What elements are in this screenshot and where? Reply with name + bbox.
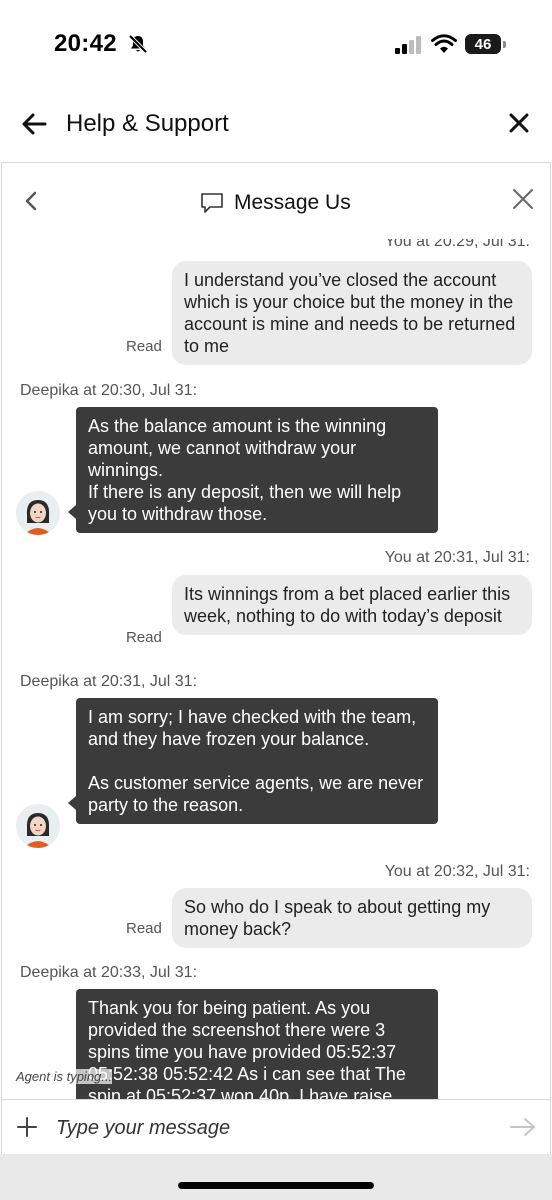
bell-muted-icon [128, 34, 148, 54]
cellular-signal-icon [395, 36, 421, 54]
agent-message-line: I am sorry; I have checked with the team… [88, 707, 417, 749]
agent-avatar [16, 491, 60, 535]
agent-message-line: As the balance amount is the winning amo… [88, 416, 387, 480]
close-icon[interactable] [511, 187, 535, 211]
read-receipt: Read [126, 629, 162, 646]
bubble-tail [68, 796, 76, 810]
battery-percent: 46 [474, 35, 492, 53]
send-arrow-icon[interactable] [509, 1116, 537, 1138]
message-meta: Deepika at 20:31, Jul 31: [20, 673, 198, 690]
app-header: Help & Support [0, 90, 552, 162]
chevron-left-icon[interactable] [22, 189, 40, 213]
wifi-icon [431, 34, 457, 53]
user-message-bubble: So who do I speak to about getting my mo… [172, 888, 532, 948]
bubble-tail [68, 505, 76, 519]
message-meta: Deepika at 20:30, Jul 31: [20, 382, 198, 399]
user-message-bubble: Its winnings from a bet placed earlier t… [172, 575, 532, 635]
typing-indicator: Agent is typing... [16, 1069, 113, 1084]
plus-icon[interactable] [16, 1116, 38, 1138]
chat-panel-title: Message Us [234, 191, 351, 214]
chat-panel: Message Us You at 20:29, Jul 31: Read I … [1, 162, 551, 1154]
chat-transcript[interactable]: You at 20:29, Jul 31: Read I understand … [2, 163, 550, 1099]
close-icon[interactable] [507, 111, 531, 135]
battery-icon: 46 [465, 34, 501, 54]
bottom-bar [0, 1154, 552, 1200]
message-composer [2, 1099, 550, 1154]
home-indicator[interactable] [178, 1182, 374, 1189]
agent-avatar [16, 804, 60, 848]
agent-message-bubble: Thank you for being patient. As you prov… [76, 989, 438, 1099]
status-bar: 20:42 46 [0, 0, 552, 90]
read-receipt: Read [126, 338, 162, 355]
agent-message-line: As customer service agents, we are never… [88, 773, 424, 815]
agent-avatar-icon [16, 804, 60, 848]
agent-message-bubble: I am sorry; I have checked with the team… [68, 698, 438, 824]
battery-nub [503, 41, 506, 48]
app-title: Help & Support [66, 110, 229, 137]
message-meta: You at 20:31, Jul 31: [384, 549, 530, 566]
status-time: 20:42 [54, 30, 117, 57]
read-receipt: Read [126, 920, 162, 937]
agent-message-line [88, 750, 426, 772]
agent-message-line: If there is any deposit, then we will he… [88, 482, 402, 524]
chat-bubble-icon [201, 193, 223, 213]
message-input[interactable] [56, 1110, 476, 1146]
agent-message-bubble: As the balance amount is the winning amo… [68, 407, 438, 533]
agent-message-line: Thank you for being patient. As you prov… [88, 998, 406, 1099]
user-message-bubble: I understand you’ve closed the account w… [172, 261, 532, 365]
back-arrow-icon[interactable] [20, 110, 48, 138]
message-meta: You at 20:32, Jul 31: [384, 863, 530, 880]
message-meta: Deepika at 20:33, Jul 31: [20, 964, 198, 981]
chat-panel-header: Message Us [2, 163, 550, 239]
agent-avatar-icon [16, 491, 60, 535]
